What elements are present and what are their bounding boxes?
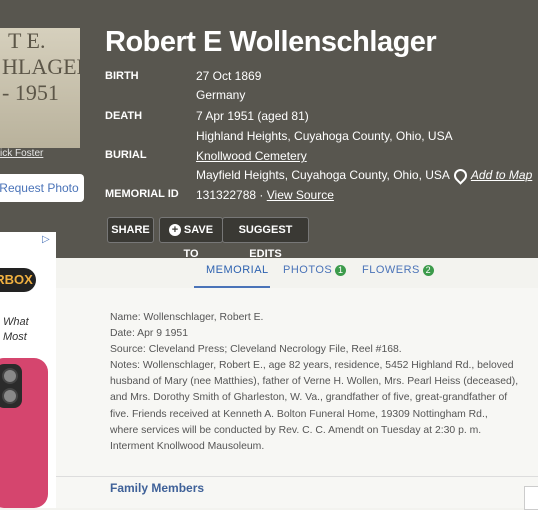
family-members-heading: Family Members xyxy=(110,481,205,495)
bio-line: Interment Knollwood Mausoleum. xyxy=(110,440,265,452)
death-date: 7 Apr 1951 (aged 81) xyxy=(196,109,309,123)
tab-flowers[interactable]: FLOWERS 2 xyxy=(362,264,434,276)
memorial-id-row: 131322788 · View Source xyxy=(196,188,334,202)
tab-photos[interactable]: PHOTOS 1 xyxy=(283,264,347,276)
death-label: DEATH xyxy=(105,110,143,122)
bio-line: five. Friends received at Kenneth A. Bol… xyxy=(110,408,488,420)
save-to-button[interactable]: + SAVE TO xyxy=(159,217,223,260)
bio-line: Date: Apr 9 1951 xyxy=(110,328,188,340)
add-to-map-link[interactable]: Add to Map xyxy=(471,168,532,182)
burial-cemetery-link[interactable]: Knollwood Cemetery xyxy=(196,149,307,163)
share-button[interactable]: SHARE xyxy=(107,217,154,243)
ad-text-line: What xyxy=(3,316,29,328)
tab-flowers-label: FLOWERS xyxy=(362,264,420,276)
bio-notes: Name: Wollenschlager, Robert E. Date: Ap… xyxy=(110,310,528,455)
bio-line: Source: Cleveland Press; Cleveland Necro… xyxy=(110,344,402,356)
ad-text-line: Most xyxy=(3,331,27,343)
grave-text-line: - 1951 xyxy=(2,80,59,105)
ad-choices-icon[interactable]: ▷ xyxy=(42,234,52,245)
flowers-count-badge: 2 xyxy=(422,265,434,276)
ad-brand-badge: RBOX xyxy=(0,268,36,292)
bio-line: husband of Mary (nee Matthies), father o… xyxy=(110,376,519,388)
tab-memorial[interactable]: MEMORIAL xyxy=(206,264,269,276)
burial-place-row: Mayfield Heights, Cuyahoga County, Ohio,… xyxy=(196,166,532,186)
memorial-id-label: MEMORIAL ID xyxy=(105,188,179,200)
map-pin-icon xyxy=(451,166,470,186)
gravestone-photo[interactable]: T E. HLAGER - 1951 xyxy=(0,28,80,148)
bio-line: where services will be conducted by Rev.… xyxy=(110,424,482,436)
request-photo-button[interactable]: Request Photo xyxy=(0,174,84,202)
section-divider xyxy=(56,476,538,477)
tab-photos-label: PHOTOS xyxy=(283,264,333,276)
photo-credit-link[interactable]: ick Foster xyxy=(0,148,43,159)
grave-text-line: T E. xyxy=(8,28,46,53)
suggest-edits-button[interactable]: SUGGEST EDITS xyxy=(222,217,309,260)
birth-place: Germany xyxy=(196,88,246,102)
birth-label: BIRTH xyxy=(105,70,139,82)
bio-line: Name: Wollenschlager, Robert E. xyxy=(110,312,264,323)
scroll-to-top-button[interactable] xyxy=(524,486,538,510)
phone-camera-image xyxy=(0,364,22,408)
save-to-label: SAVE TO xyxy=(183,224,214,260)
burial-label: BURIAL xyxy=(105,149,147,161)
plus-icon: + xyxy=(168,224,181,237)
memorial-header: T E. HLAGER - 1951 ick Foster Request Ph… xyxy=(0,0,538,260)
view-source-link[interactable]: View Source xyxy=(267,188,334,202)
death-place: Highland Heights, Cuyahoga County, Ohio,… xyxy=(196,129,453,143)
birth-date: 27 Oct 1869 xyxy=(196,69,262,83)
memorial-name: Robert E Wollenschlager xyxy=(105,26,437,58)
burial-place: Mayfield Heights, Cuyahoga County, Ohio,… xyxy=(196,168,450,182)
memorial-id: 131322788 · xyxy=(196,188,264,202)
bio-line: Notes: Wollenschlager, Robert E., age 82… xyxy=(110,360,514,372)
photos-count-badge: 1 xyxy=(335,265,347,276)
bio-line: and Mrs. Dorothy Smith of Gharleston, W.… xyxy=(110,392,508,404)
grave-text-line: HLAGER xyxy=(2,54,80,79)
